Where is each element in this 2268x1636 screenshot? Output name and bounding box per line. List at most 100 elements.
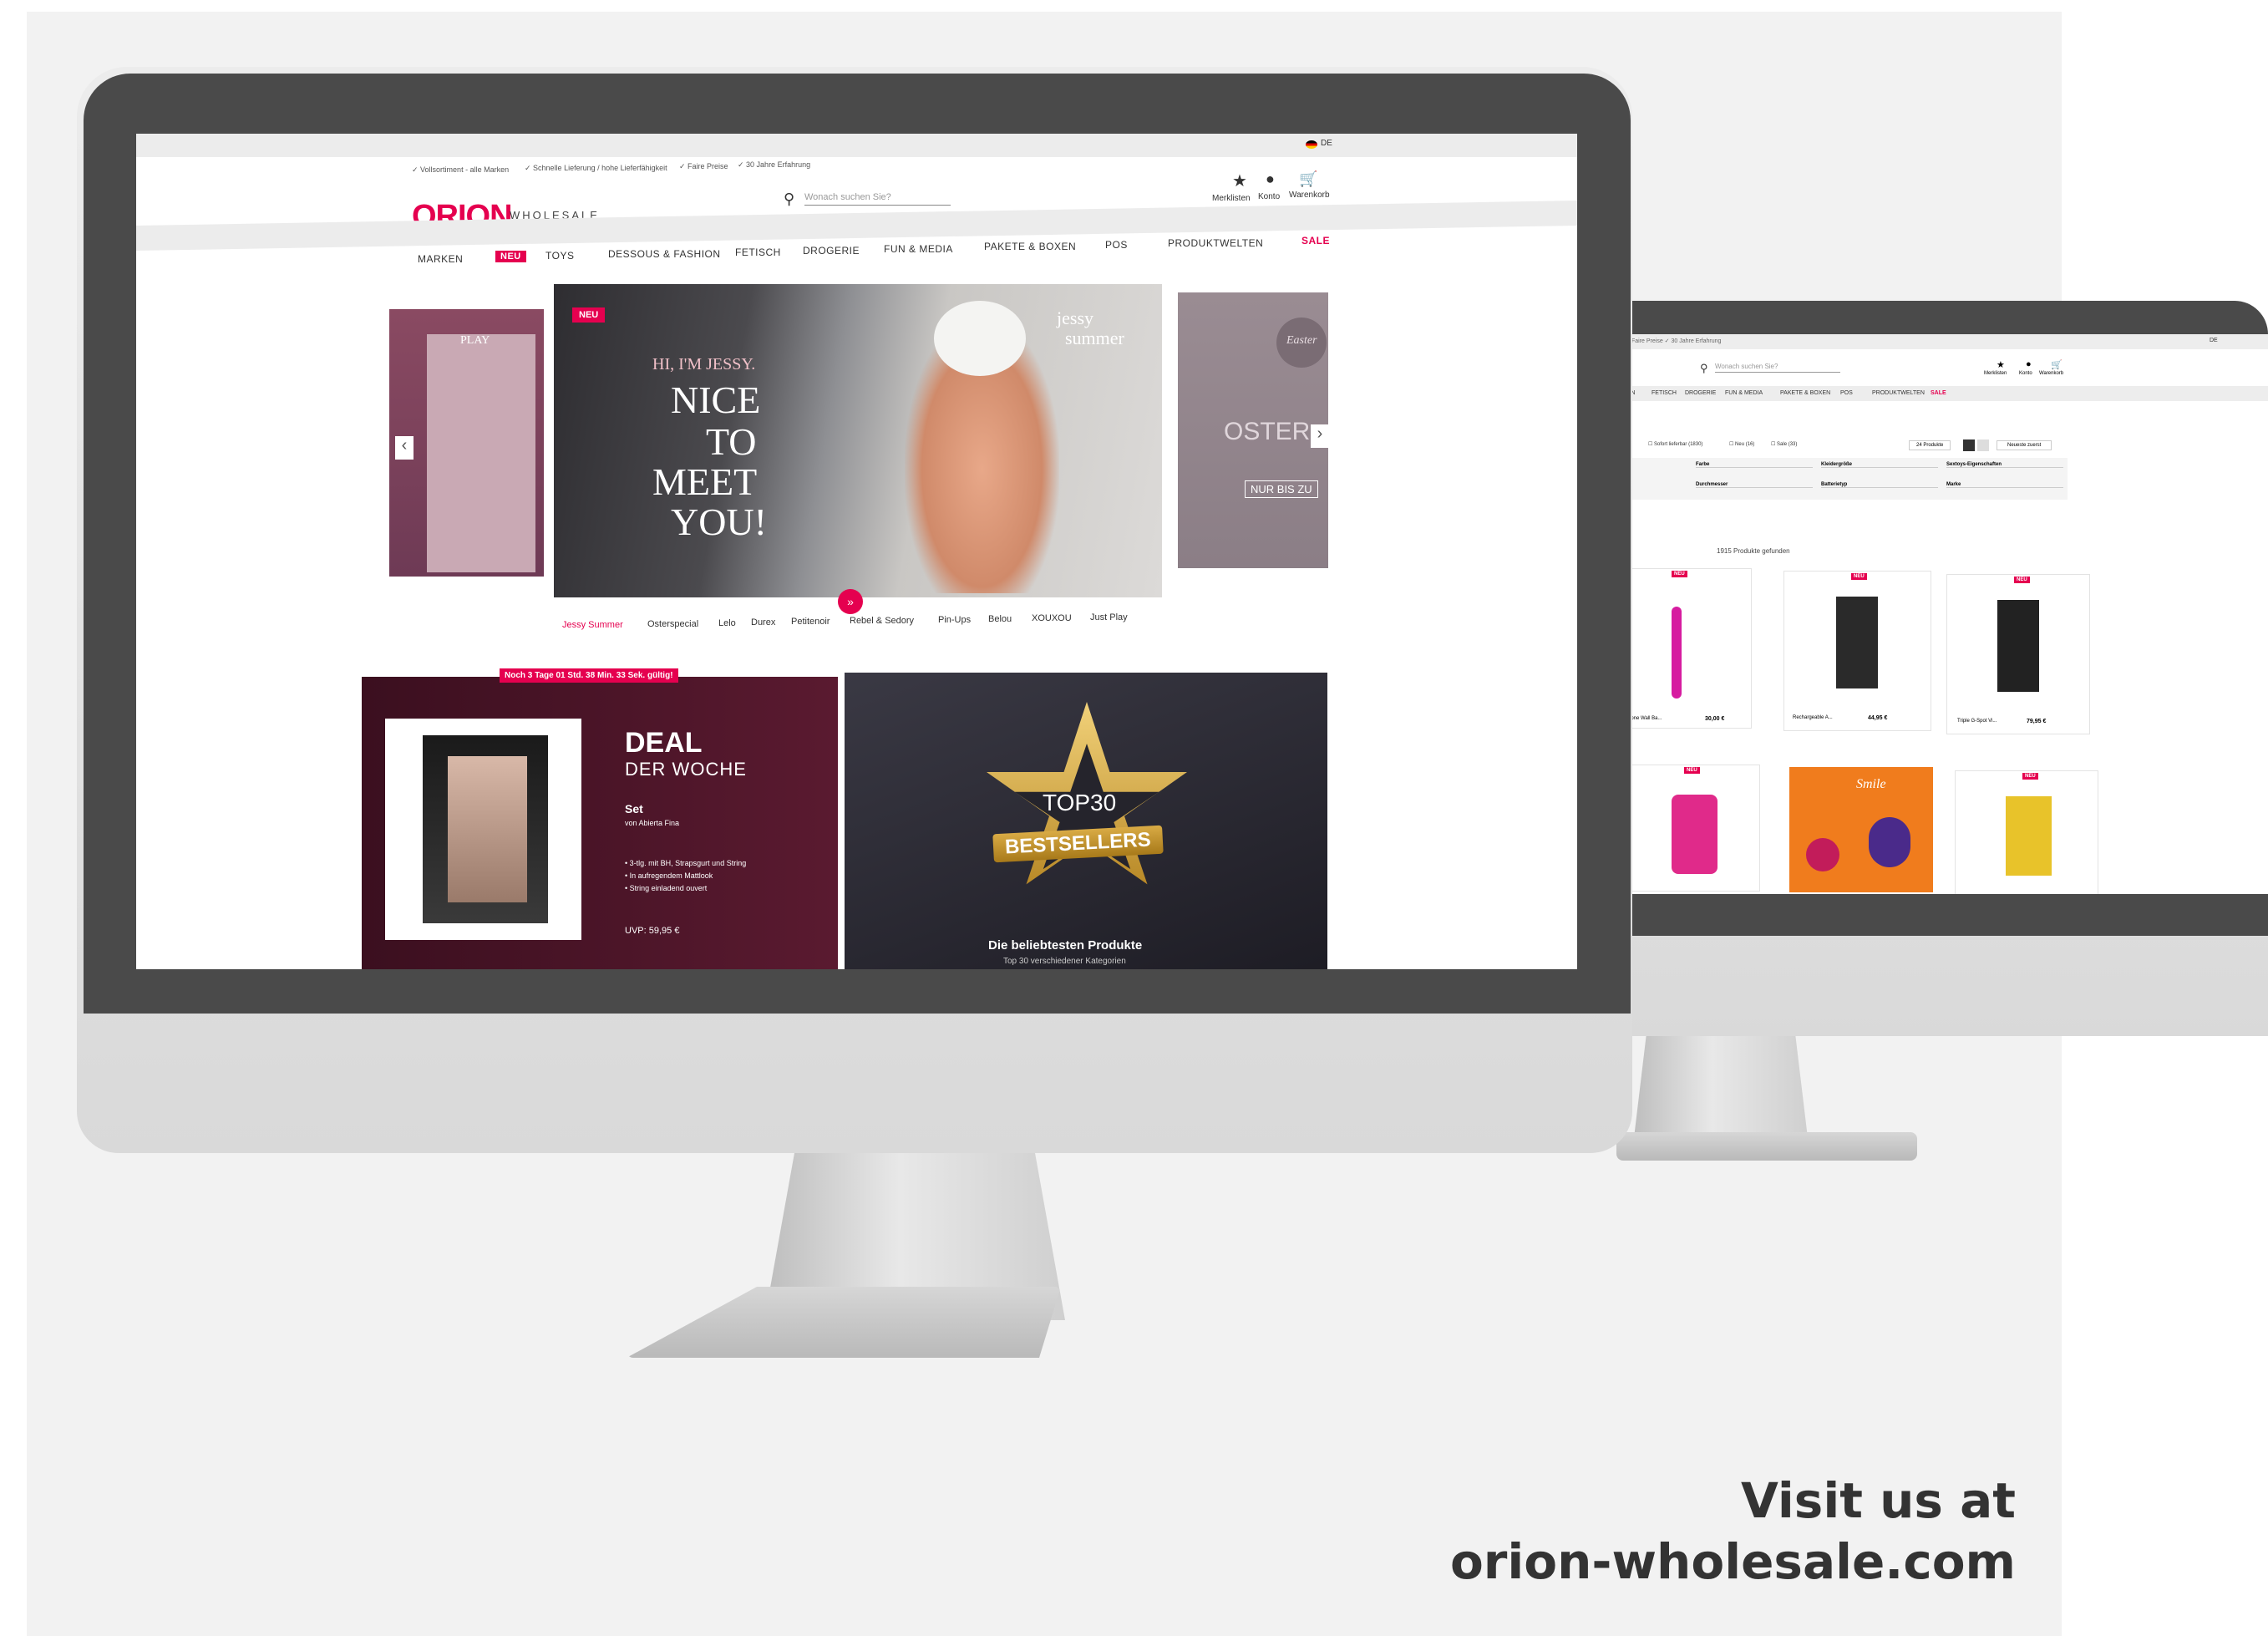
nav-marken[interactable]: MARKEN: [418, 253, 463, 265]
user-icon[interactable]: ●: [1266, 170, 1275, 188]
action-warenkorb[interactable]: Warenkorb: [1289, 191, 1330, 200]
cart-icon[interactable]: 🛒: [2051, 359, 2063, 370]
bestseller-subcaption: Top 30 verschiedener Kategorien: [1003, 957, 1126, 966]
listing-search-input[interactable]: Wonach suchen Sie?: [1715, 363, 1840, 373]
star-icon[interactable]: ★: [1232, 170, 1247, 191]
listing-check-0[interactable]: ☐ Sofort lieferbar (1830): [1648, 441, 1702, 447]
listing-nav-2[interactable]: DROGERIE: [1685, 390, 1716, 396]
product-price: 79,95 €: [2027, 719, 2047, 724]
brand-link[interactable]: Just Play: [1090, 612, 1128, 622]
filter-durchmesser[interactable]: Durchmesser: [1696, 482, 1813, 488]
new-badge: NEU: [2022, 773, 2038, 780]
product-card[interactable]: NEU: [1955, 770, 2098, 894]
search-input[interactable]: Wonach suchen Sie?: [804, 192, 951, 206]
product-card[interactable]: NEU: [1625, 765, 1760, 892]
brand-link[interactable]: Durex: [751, 617, 775, 627]
list-view-icon[interactable]: [1977, 439, 1989, 451]
cta-link[interactable]: orion-wholesale.com: [1450, 1533, 2016, 1590]
carousel-prev-button[interactable]: ‹: [395, 436, 414, 460]
nav-produktwelten[interactable]: PRODUKTWELTEN: [1168, 237, 1263, 249]
new-badge: NEU: [2014, 577, 2030, 583]
main-nav: [136, 200, 1577, 251]
star-icon[interactable]: ★: [1997, 359, 2005, 370]
hero-headline-4: MEET: [652, 460, 758, 503]
results-count: 1915 Produkte gefunden: [1717, 547, 1790, 555]
product-name[interactable]: icone Wall Ba...: [1627, 716, 1662, 721]
grid-view-icon[interactable]: [1963, 439, 1975, 451]
nav-sale[interactable]: SALE: [1301, 235, 1330, 246]
listing-sort[interactable]: Neueste zuerst: [1997, 440, 2052, 450]
listing-per-page[interactable]: 24 Produkte: [1909, 440, 1951, 450]
nav-neu[interactable]: NEU: [495, 251, 526, 262]
listing-action-konto[interactable]: Konto: [2019, 371, 2032, 376]
listing-top-bar: Faire Preise ✓ 30 Jahre Erfahrung: [1631, 338, 1722, 344]
search-icon[interactable]: ⚲: [784, 191, 794, 208]
deal-product: Set: [625, 802, 643, 815]
product-card[interactable]: NEU icone Wall Ba... 30,00 €: [1625, 568, 1752, 729]
nav-pakete-boxen[interactable]: PAKETE & BOXEN: [984, 241, 1076, 252]
hero-banner[interactable]: NEU HI, I'M JESSY. NICE TO MEET YOU! jes…: [554, 284, 1162, 597]
filter-batterietyp[interactable]: Batterietyp: [1821, 482, 1938, 488]
left-slide-brand: PLAY: [460, 334, 490, 347]
listing-nav-5[interactable]: POS: [1840, 390, 1853, 396]
deal-banner[interactable]: DEAL DER WOCHE Set von Abierta Fina • 3-…: [362, 677, 838, 969]
listing-nav-1[interactable]: FETISCH: [1652, 390, 1677, 396]
listing-nav-6[interactable]: PRODUKTWELTEN: [1872, 390, 1925, 396]
brand-link[interactable]: Rebel & Sedory: [850, 616, 914, 626]
nav-toys[interactable]: TOYS: [545, 250, 574, 262]
search-icon[interactable]: ⚲: [1700, 362, 1708, 375]
listing-nav-3[interactable]: FUN & MEDIA: [1725, 390, 1763, 396]
deal-feature: • 3-tlg. mit BH, Strapsgurt und String: [625, 859, 747, 867]
nav-fetisch[interactable]: FETISCH: [735, 246, 781, 258]
product-name[interactable]: Rechargeable A...: [1793, 715, 1833, 720]
brand-link[interactable]: Osterspecial: [647, 619, 698, 629]
product-card[interactable]: NEU Triple G-Spot Vi... 79,95 €: [1946, 574, 2090, 734]
listing-check-1[interactable]: ☐ Neu (16): [1729, 441, 1754, 447]
product-price: 44,95 €: [1868, 715, 1888, 721]
product-card[interactable]: NEU Rechargeable A... 44,95 €: [1783, 571, 1931, 731]
brand-link[interactable]: Pin-Ups: [938, 615, 971, 625]
action-konto[interactable]: Konto: [1258, 192, 1280, 201]
carousel-next-circle[interactable]: »: [838, 589, 863, 614]
nav-drogerie[interactable]: DROGERIE: [803, 245, 860, 257]
nav-pos[interactable]: POS: [1105, 239, 1128, 251]
language-selector[interactable]: DE: [1321, 139, 1332, 148]
brand-link[interactable]: Petitenoir: [791, 617, 830, 627]
brand-link[interactable]: Lelo: [718, 618, 736, 628]
bestseller-caption: Die beliebtesten Produkte: [988, 938, 1143, 953]
carousel-next-button[interactable]: ›: [1311, 424, 1329, 448]
filter-kleidergroesse[interactable]: Kleidergröße: [1821, 462, 1938, 468]
carousel-slide-right[interactable]: Easter OSTER NUR BIS ZU: [1178, 292, 1328, 568]
usp-item: ✓ Schnelle Lieferung / hohe Lieferfähigk…: [525, 164, 667, 172]
brand-link[interactable]: XOUXOU: [1032, 613, 1072, 623]
product-image[interactable]: Smile: [1789, 767, 1933, 892]
listing-action-warenkorb[interactable]: Warenkorb: [2039, 371, 2063, 376]
brand-link[interactable]: Belou: [988, 614, 1012, 624]
listing-language[interactable]: DE: [2210, 338, 2218, 343]
deal-feature: • String einladend ouvert: [625, 884, 708, 892]
product-image: [1997, 600, 2039, 692]
user-icon[interactable]: ●: [2026, 359, 2032, 369]
right-slide-tag: NUR BIS ZU: [1245, 480, 1318, 498]
action-merklisten[interactable]: Merklisten: [1212, 194, 1251, 203]
listing-nav-4[interactable]: PAKETE & BOXEN: [1780, 390, 1830, 396]
cart-icon[interactable]: 🛒: [1299, 170, 1317, 188]
listing-row2-brand: Smile: [1856, 777, 1886, 791]
bestseller-banner[interactable]: TOP30 BESTSELLERS Die beliebtesten Produ…: [845, 673, 1327, 969]
deal-countdown: Noch 3 Tage 01 Std. 38 Min. 33 Sek. gült…: [500, 668, 678, 683]
filter-sextoys[interactable]: Sextoys-Eigenschaften: [1946, 462, 2063, 468]
listing-action-merklisten[interactable]: Merklisten: [1984, 371, 2007, 376]
nav-fun-media[interactable]: FUN & MEDIA: [884, 243, 953, 255]
nav-dessous[interactable]: DESSOUS & FASHION: [608, 248, 721, 260]
listing-nav-7[interactable]: SALE: [1931, 390, 1946, 396]
listing-check-2[interactable]: ☐ Sale (33): [1771, 441, 1797, 447]
filter-farbe[interactable]: Farbe: [1696, 462, 1813, 468]
flag-de-icon[interactable]: [1306, 140, 1317, 149]
brand-link[interactable]: Jessy Summer: [562, 620, 623, 630]
deal-title: DEAL: [625, 727, 703, 759]
usp-item: ✓ Vollsortiment - alle Marken: [412, 165, 510, 174]
product-name[interactable]: Triple G-Spot Vi...: [1957, 719, 1997, 724]
hero-headline-2: NICE: [671, 379, 761, 421]
filter-marke[interactable]: Marke: [1946, 482, 2063, 488]
hero-headline-1: HI, I'M JESSY.: [652, 355, 756, 373]
